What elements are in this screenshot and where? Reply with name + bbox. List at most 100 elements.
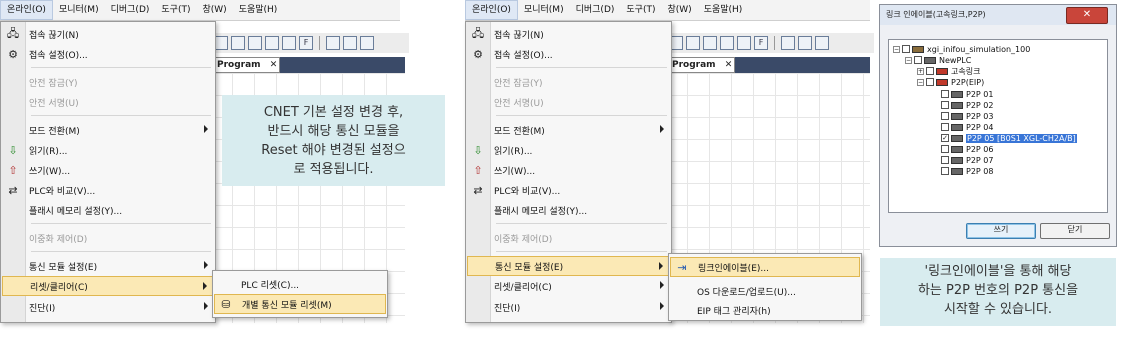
- toolbar-button[interactable]: F: [299, 36, 313, 50]
- toolbar-button[interactable]: [231, 36, 245, 50]
- toolbar-button[interactable]: [248, 36, 262, 50]
- menu-item-write[interactable]: ⇧ 쓰기(W)...: [467, 160, 670, 180]
- toolbar-button[interactable]: [703, 36, 717, 50]
- menu-item-diagnosis[interactable]: 진단(I): [2, 297, 214, 317]
- toolbar-button[interactable]: [815, 36, 829, 50]
- menu-item-os-download[interactable]: OS 다운로드/업로드(U)...: [670, 281, 860, 301]
- tab-program[interactable]: Program ✕: [210, 57, 280, 73]
- tree-node-plc[interactable]: − NewPLC: [905, 55, 971, 65]
- menu-help[interactable]: 도움말(H): [698, 0, 749, 20]
- menu-item-disconnect[interactable]: 🖧 접속 끊기(N): [2, 24, 214, 44]
- toolbar-button[interactable]: F: [754, 36, 768, 50]
- menu-item-connection-settings[interactable]: ⚙ 접속 설정(O)...: [2, 44, 214, 64]
- toolbar-button[interactable]: [214, 36, 228, 50]
- tree-checkbox[interactable]: [941, 112, 949, 120]
- menu-item-mode-switch[interactable]: 모드 전환(M): [467, 120, 670, 140]
- menu-item-label: 접속 설정(O)...: [29, 50, 88, 61]
- menu-item-plc-reset[interactable]: PLC 리셋(C)...: [214, 274, 386, 294]
- menu-item-write[interactable]: ⇧ 쓰기(W)...: [2, 160, 214, 180]
- menu-debug[interactable]: 디버그(D): [105, 0, 156, 20]
- menu-item-label: 리셋/클리어(C): [494, 282, 552, 293]
- menu-item-compare[interactable]: ⇄ PLC와 비교(V)...: [467, 180, 670, 200]
- tree-checkbox[interactable]: [941, 145, 949, 153]
- tree-checkbox-checked[interactable]: ✓: [941, 134, 949, 142]
- menu-separator: [496, 67, 667, 68]
- tree-checkbox[interactable]: [941, 156, 949, 164]
- tree-node-project[interactable]: − xgi_inifou_simulation_100: [893, 44, 1030, 54]
- toolbar-button[interactable]: [282, 36, 296, 50]
- menu-debug[interactable]: 디버그(D): [570, 0, 621, 20]
- tree-node-p2p-04[interactable]: P2P 04: [941, 122, 993, 132]
- menu-tools[interactable]: 도구(T): [620, 0, 661, 20]
- menu-item-link-enable[interactable]: ⇥ 링크인에이블(E)...: [670, 257, 860, 277]
- callout-reset-note: CNET 기본 설정 변경 후, 반드시 해당 통신 모듈을 Reset 해야 …: [222, 95, 445, 186]
- p2p-block-icon: [951, 112, 963, 120]
- tree-checkbox[interactable]: [941, 123, 949, 131]
- menu-monitor[interactable]: 모니터(M): [53, 0, 105, 20]
- menu-item-comm-module-settings[interactable]: 통신 모듈 설정(E): [467, 256, 670, 276]
- tree-node-p2p-03[interactable]: P2P 03: [941, 111, 993, 121]
- collapse-icon[interactable]: −: [905, 56, 912, 64]
- tree-checkbox[interactable]: [926, 78, 934, 86]
- menu-item-connection-settings[interactable]: ⚙ 접속 설정(O)...: [467, 44, 670, 64]
- toolbar-button[interactable]: [720, 36, 734, 50]
- p2p-icon: [936, 78, 948, 86]
- menu-item-read[interactable]: ⇩ 읽기(R)...: [2, 140, 214, 160]
- menu-item-redundancy: 이중화 제어(D): [467, 228, 670, 248]
- tree-node-p2p-06[interactable]: P2P 06: [941, 144, 993, 154]
- menu-online[interactable]: 온라인(O): [0, 0, 53, 20]
- toolbar-button[interactable]: [343, 36, 357, 50]
- menu-item-reset-clear[interactable]: 리셋/클리어(C): [467, 276, 670, 296]
- tab-close-icon[interactable]: ✕: [725, 60, 733, 70]
- toolbar-button[interactable]: [798, 36, 812, 50]
- collapse-icon[interactable]: −: [917, 78, 924, 86]
- menu-item-flash-memory[interactable]: 플래시 메모리 설정(Y)...: [2, 200, 214, 220]
- disconnect-icon: 🖧: [6, 26, 20, 40]
- tree-checkbox[interactable]: [926, 67, 934, 75]
- tree-checkbox[interactable]: [941, 90, 949, 98]
- menu-item-reset-clear[interactable]: 리셋/클리어(C): [2, 276, 214, 296]
- menu-item-flash-memory[interactable]: 플래시 메모리 설정(Y)...: [467, 200, 670, 220]
- dialog-close-icon[interactable]: ✕: [1066, 7, 1108, 24]
- tree-node-p2p-01[interactable]: P2P 01: [941, 89, 993, 99]
- menu-online[interactable]: 온라인(O): [465, 0, 518, 20]
- menu-item-comm-module-settings[interactable]: 통신 모듈 설정(E): [2, 256, 214, 276]
- menu-item-module-reset[interactable]: ⛁ 개별 통신 모듈 리셋(M): [214, 294, 386, 314]
- tree-node-p2p-eip[interactable]: − P2P(EIP): [917, 77, 984, 87]
- menu-window[interactable]: 창(W): [196, 0, 232, 20]
- menu-monitor[interactable]: 모니터(M): [518, 0, 570, 20]
- close-button[interactable]: 닫기: [1040, 223, 1110, 239]
- toolbar-button[interactable]: [686, 36, 700, 50]
- toolbar-button[interactable]: [737, 36, 751, 50]
- toolbar-button[interactable]: [265, 36, 279, 50]
- menu-item-diagnosis[interactable]: 진단(I): [467, 297, 670, 317]
- menu-item-safety-sign: 안전 서명(U): [467, 92, 670, 112]
- tree-node-p2p-07[interactable]: P2P 07: [941, 155, 993, 165]
- tree-checkbox[interactable]: [902, 45, 910, 53]
- menu-tools[interactable]: 도구(T): [155, 0, 196, 20]
- toolbar-button[interactable]: [360, 36, 374, 50]
- menu-item-compare[interactable]: ⇄ PLC와 비교(V)...: [2, 180, 214, 200]
- collapse-icon[interactable]: −: [893, 45, 900, 53]
- tab-program[interactable]: Program ✕: [665, 57, 735, 73]
- tree-node-highspeed-link[interactable]: + 고속링크: [917, 66, 980, 76]
- tree-node-p2p-05[interactable]: ✓ P2P 05 [B0S1 XGL-CH2A/B]: [941, 133, 1077, 143]
- tree-node-p2p-02[interactable]: P2P 02: [941, 100, 993, 110]
- menu-item-eip-tag-manager[interactable]: EIP 태그 관리자(h): [670, 300, 860, 320]
- tab-close-icon[interactable]: ✕: [270, 60, 278, 70]
- menu-item-disconnect[interactable]: 🖧 접속 끊기(N): [467, 24, 670, 44]
- menu-item-read[interactable]: ⇩ 읽기(R)...: [467, 140, 670, 160]
- menu-item-mode-switch[interactable]: 모드 전환(M): [2, 120, 214, 140]
- tree-checkbox[interactable]: [914, 56, 922, 64]
- write-button[interactable]: 쓰기: [966, 223, 1036, 239]
- menu-help[interactable]: 도움말(H): [233, 0, 284, 20]
- tree-checkbox[interactable]: [941, 101, 949, 109]
- tree-node-label: P2P 01: [966, 89, 994, 99]
- tree-node-label: P2P 04: [966, 122, 994, 132]
- toolbar-button[interactable]: [781, 36, 795, 50]
- menu-window[interactable]: 창(W): [661, 0, 697, 20]
- toolbar-button[interactable]: [326, 36, 340, 50]
- tree-node-p2p-08[interactable]: P2P 08: [941, 166, 993, 176]
- expand-icon[interactable]: +: [917, 67, 924, 75]
- tree-checkbox[interactable]: [941, 167, 949, 175]
